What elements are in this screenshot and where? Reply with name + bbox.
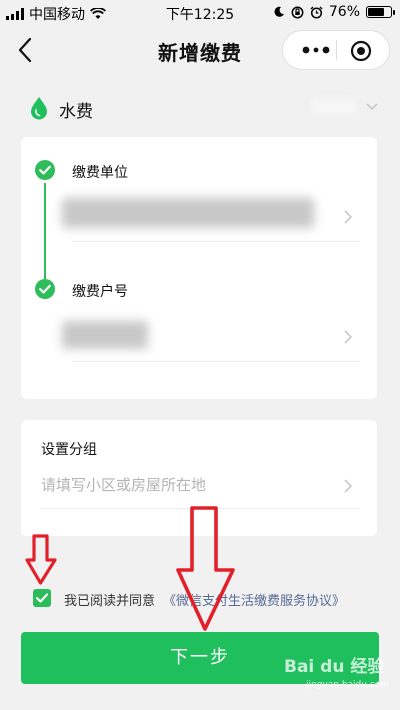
chevron-right-icon[interactable] — [343, 329, 353, 345]
agreement-text: 我已阅读并同意 — [64, 594, 156, 609]
status-bar: 中国移动 下午12:25 76% — [0, 0, 400, 28]
menu-capsule — [282, 30, 390, 70]
watermark-url: jingyan.baidu.com — [306, 680, 390, 690]
capsule-divider — [336, 40, 337, 60]
annotation-arrow-small — [25, 534, 57, 585]
annotation-arrow-large — [176, 506, 235, 631]
category-label: 水费 — [59, 102, 93, 122]
billing-unit-value-redacted[interactable] — [62, 198, 314, 228]
rotation-lock-icon — [291, 6, 304, 18]
checkmark-icon — [35, 593, 49, 603]
group-label: 设置分组 — [41, 442, 97, 458]
group-input[interactable]: 请填写小区或房屋所在地 — [41, 474, 206, 495]
step1-check-icon — [35, 160, 55, 180]
step2-title: 缴费户号 — [72, 284, 128, 300]
moon-icon — [274, 6, 284, 17]
battery-percent: 76% — [328, 4, 360, 20]
row-divider — [72, 241, 360, 242]
category-region-redacted[interactable] — [312, 98, 356, 114]
chevron-right-icon[interactable] — [343, 478, 353, 494]
more-dots-icon[interactable] — [299, 41, 333, 59]
row-divider — [72, 361, 360, 362]
alarm-icon — [310, 6, 323, 19]
step1-title: 缴费单位 — [72, 165, 128, 181]
account-number-value-redacted[interactable] — [62, 321, 148, 349]
close-miniprogram-icon[interactable] — [350, 40, 372, 62]
watermark-logo: Bai du 经验 — [284, 657, 385, 677]
water-drop-icon — [31, 97, 47, 120]
agreement-checkbox[interactable] — [33, 589, 51, 607]
chevron-down-icon[interactable] — [366, 102, 378, 112]
chevron-right-icon[interactable] — [343, 209, 353, 225]
battery-icon — [366, 6, 395, 18]
status-right: 76% — [273, 4, 395, 20]
step2-check-icon — [35, 279, 55, 299]
step-connector — [44, 183, 46, 279]
